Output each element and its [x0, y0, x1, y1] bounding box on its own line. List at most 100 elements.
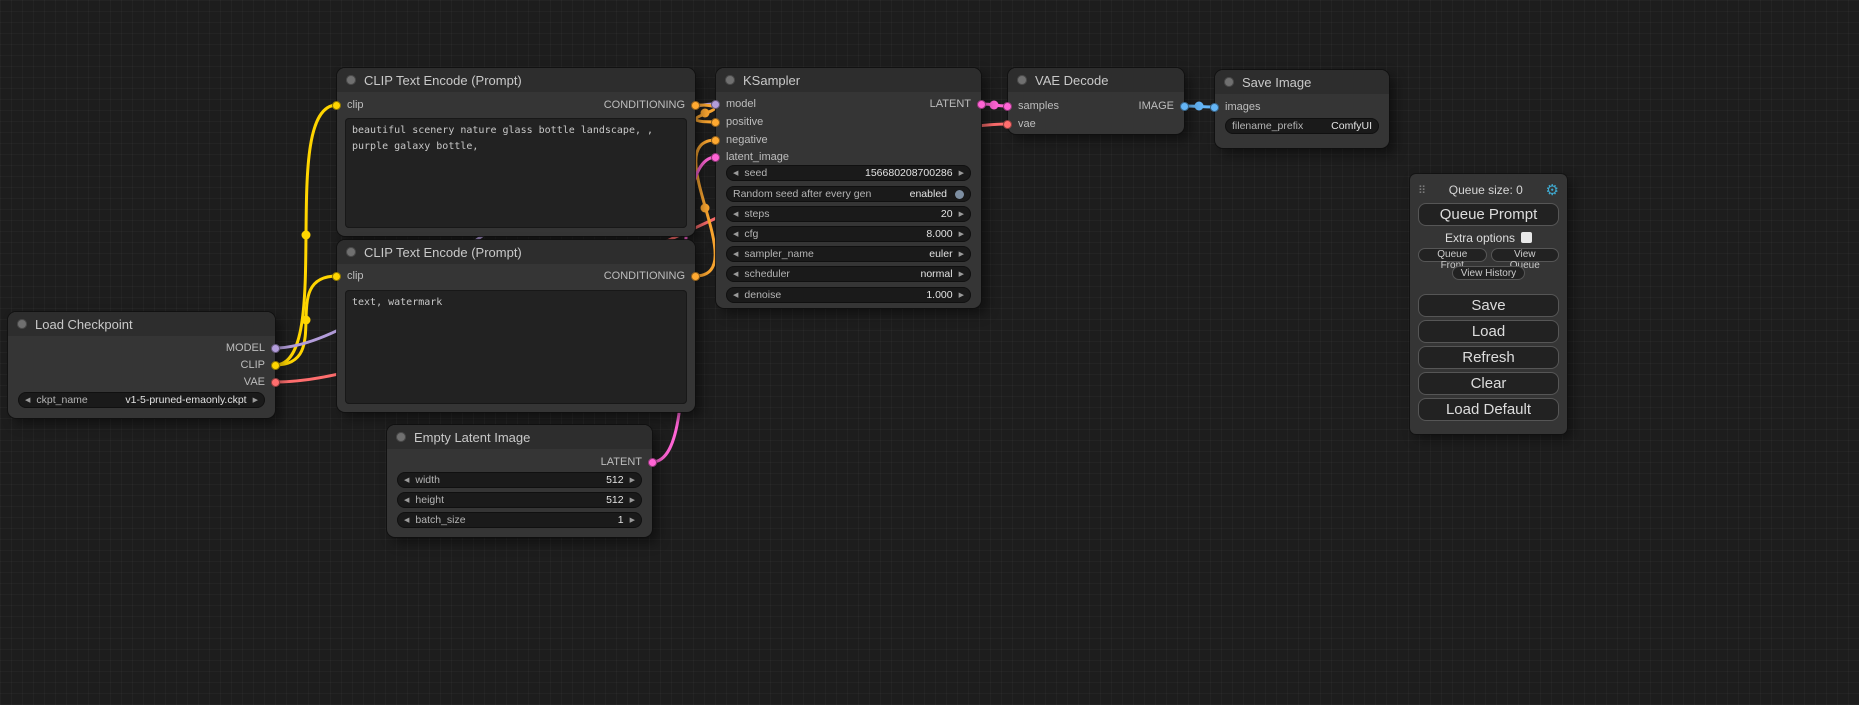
output-slot-model[interactable]: MODEL: [226, 341, 280, 355]
widget-seed[interactable]: ◀ seed 156680208700286 ▶: [726, 165, 971, 181]
collapse-dot-icon[interactable]: [346, 75, 356, 85]
clip-port-icon[interactable]: [332, 272, 341, 281]
input-slot-model[interactable]: model: [711, 97, 756, 111]
arrow-left-icon[interactable]: ◀: [733, 170, 738, 177]
queue-front-button[interactable]: Queue Front: [1418, 248, 1487, 262]
arrow-left-icon[interactable]: ◀: [733, 231, 738, 238]
arrow-right-icon[interactable]: ▶: [630, 477, 635, 484]
queue-prompt-button[interactable]: Queue Prompt: [1418, 203, 1559, 226]
collapse-dot-icon[interactable]: [346, 247, 356, 257]
settings-gear-icon[interactable]: ⚙: [1546, 183, 1559, 198]
output-slot-image[interactable]: IMAGE: [1139, 99, 1189, 113]
node-empty-latent-image[interactable]: Empty Latent Image LATENT ◀ width 512 ▶ …: [387, 425, 652, 537]
comfyui-canvas[interactable]: Load Checkpoint MODEL CLIP VAE ◀ ckpt_na…: [0, 0, 1859, 705]
save-button[interactable]: Save: [1418, 294, 1559, 317]
widget-height[interactable]: ◀ height 512 ▶: [397, 492, 642, 508]
vae-port-icon[interactable]: [271, 378, 280, 387]
vae-port-icon[interactable]: [1003, 120, 1012, 129]
extra-options-checkbox[interactable]: [1521, 232, 1532, 243]
model-port-icon[interactable]: [271, 344, 280, 353]
widget-batch-size[interactable]: ◀ batch_size 1 ▶: [397, 512, 642, 528]
output-slot-latent[interactable]: LATENT: [601, 455, 657, 469]
arrow-left-icon[interactable]: ◀: [404, 477, 409, 484]
node-title-bar[interactable]: Empty Latent Image: [387, 425, 652, 449]
widget-random-seed-toggle[interactable]: Random seed after every gen enabled: [726, 186, 971, 202]
arrow-right-icon[interactable]: ▶: [630, 497, 635, 504]
arrow-right-icon[interactable]: ▶: [959, 231, 964, 238]
arrow-right-icon[interactable]: ▶: [253, 397, 258, 404]
arrow-right-icon[interactable]: ▶: [959, 170, 964, 177]
input-slot-latent-image[interactable]: latent_image: [711, 150, 789, 164]
output-slot-conditioning[interactable]: CONDITIONING: [604, 98, 700, 112]
comfy-menu-panel[interactable]: ⠿ Queue size: 0 ⚙ Queue Prompt Extra opt…: [1410, 174, 1567, 434]
input-slot-vae[interactable]: vae: [1003, 117, 1036, 131]
input-slot-clip[interactable]: clip: [332, 98, 364, 112]
node-clip-text-encode-negative[interactable]: CLIP Text Encode (Prompt) clip CONDITION…: [337, 240, 695, 412]
collapse-dot-icon[interactable]: [396, 432, 406, 442]
node-title-bar[interactable]: KSampler: [716, 68, 981, 92]
latent-port-icon[interactable]: [1003, 102, 1012, 111]
arrow-left-icon[interactable]: ◀: [733, 292, 738, 299]
widget-denoise[interactable]: ◀ denoise 1.000 ▶: [726, 287, 971, 303]
collapse-dot-icon[interactable]: [725, 75, 735, 85]
output-slot-vae[interactable]: VAE: [244, 375, 280, 389]
toggle-dot-icon[interactable]: [955, 190, 964, 199]
clip-port-icon[interactable]: [332, 101, 341, 110]
arrow-left-icon[interactable]: ◀: [404, 497, 409, 504]
node-title-bar[interactable]: CLIP Text Encode (Prompt): [337, 68, 695, 92]
widget-scheduler[interactable]: ◀ scheduler normal ▶: [726, 266, 971, 282]
prompt-textarea[interactable]: text, watermark: [345, 290, 687, 404]
output-slot-clip[interactable]: CLIP: [241, 358, 280, 372]
load-button[interactable]: Load: [1418, 320, 1559, 343]
widget-steps[interactable]: ◀ steps 20 ▶: [726, 206, 971, 222]
prompt-textarea[interactable]: beautiful scenery nature glass bottle la…: [345, 118, 687, 228]
drag-handle-icon[interactable]: ⠿: [1418, 184, 1426, 197]
latent-port-icon[interactable]: [711, 153, 720, 162]
conditioning-port-icon[interactable]: [711, 136, 720, 145]
input-slot-positive[interactable]: positive: [711, 115, 763, 129]
input-slot-samples[interactable]: samples: [1003, 99, 1059, 113]
arrow-left-icon[interactable]: ◀: [733, 251, 738, 258]
output-slot-conditioning[interactable]: CONDITIONING: [604, 269, 700, 283]
clear-button[interactable]: Clear: [1418, 372, 1559, 395]
arrow-left-icon[interactable]: ◀: [404, 517, 409, 524]
output-slot-latent[interactable]: LATENT: [930, 97, 986, 111]
clip-port-icon[interactable]: [271, 361, 280, 370]
model-port-icon[interactable]: [711, 100, 720, 109]
widget-sampler-name[interactable]: ◀ sampler_name euler ▶: [726, 246, 971, 262]
arrow-right-icon[interactable]: ▶: [959, 211, 964, 218]
arrow-left-icon[interactable]: ◀: [25, 397, 30, 404]
arrow-right-icon[interactable]: ▶: [959, 251, 964, 258]
widget-cfg[interactable]: ◀ cfg 8.000 ▶: [726, 226, 971, 242]
node-clip-text-encode-positive[interactable]: CLIP Text Encode (Prompt) clip CONDITION…: [337, 68, 695, 236]
arrow-right-icon[interactable]: ▶: [630, 517, 635, 524]
arrow-left-icon[interactable]: ◀: [733, 271, 738, 278]
node-title-bar[interactable]: Load Checkpoint: [8, 312, 275, 336]
input-slot-clip[interactable]: clip: [332, 269, 364, 283]
arrow-left-icon[interactable]: ◀: [733, 211, 738, 218]
node-ksampler[interactable]: KSampler model positive negative latent_…: [716, 68, 981, 308]
view-history-button[interactable]: View History: [1452, 266, 1525, 280]
widget-ckpt-name[interactable]: ◀ ckpt_name v1-5-pruned-emaonly.ckpt ▶: [18, 392, 265, 408]
collapse-dot-icon[interactable]: [17, 319, 27, 329]
arrow-right-icon[interactable]: ▶: [959, 292, 964, 299]
image-port-icon[interactable]: [1210, 103, 1219, 112]
collapse-dot-icon[interactable]: [1224, 77, 1234, 87]
node-title-bar[interactable]: VAE Decode: [1008, 68, 1184, 92]
node-load-checkpoint[interactable]: Load Checkpoint MODEL CLIP VAE ◀ ckpt_na…: [8, 312, 275, 418]
collapse-dot-icon[interactable]: [1017, 75, 1027, 85]
image-port-icon[interactable]: [1180, 102, 1189, 111]
view-queue-button[interactable]: View Queue: [1491, 248, 1560, 262]
node-vae-decode[interactable]: VAE Decode samples vae IMAGE: [1008, 68, 1184, 134]
widget-filename-prefix[interactable]: filename_prefix ComfyUI: [1225, 118, 1379, 134]
latent-port-icon[interactable]: [977, 100, 986, 109]
conditioning-port-icon[interactable]: [711, 118, 720, 127]
node-save-image[interactable]: Save Image images filename_prefix ComfyU…: [1215, 70, 1389, 148]
refresh-button[interactable]: Refresh: [1418, 346, 1559, 369]
load-default-button[interactable]: Load Default: [1418, 398, 1559, 421]
node-title-bar[interactable]: Save Image: [1215, 70, 1389, 94]
widget-width[interactable]: ◀ width 512 ▶: [397, 472, 642, 488]
input-slot-negative[interactable]: negative: [711, 133, 768, 147]
arrow-right-icon[interactable]: ▶: [959, 271, 964, 278]
input-slot-images[interactable]: images: [1210, 100, 1260, 114]
